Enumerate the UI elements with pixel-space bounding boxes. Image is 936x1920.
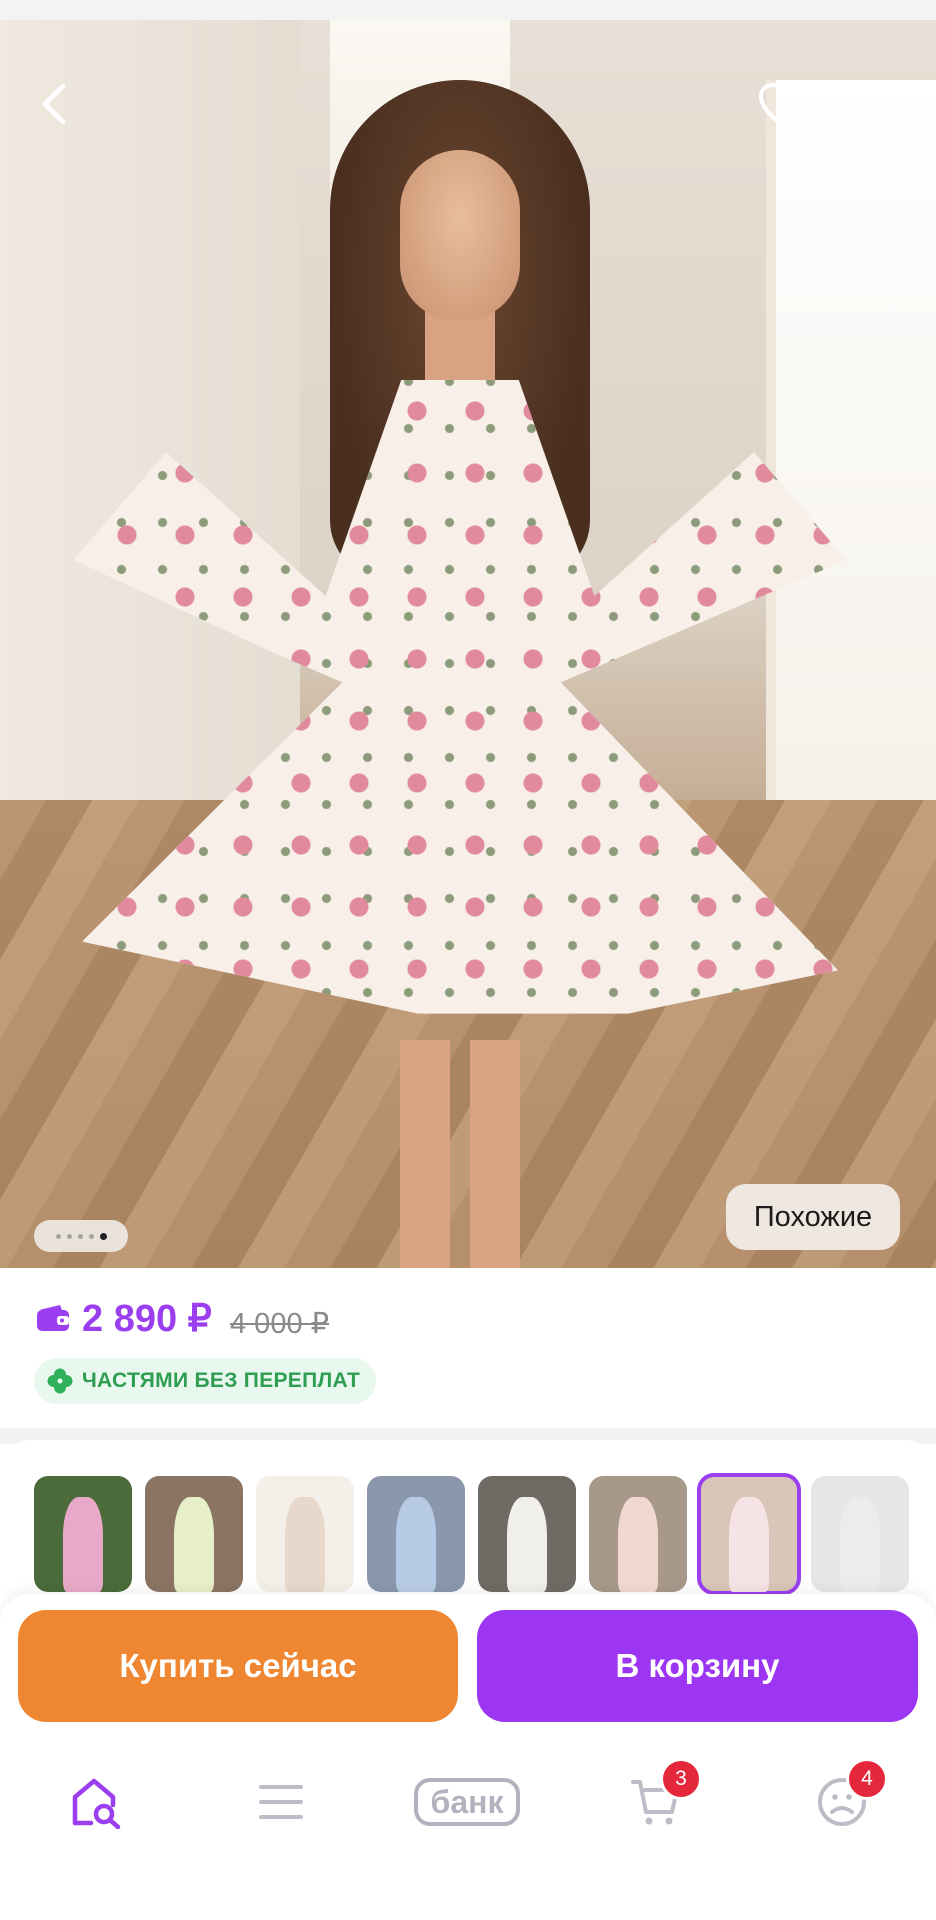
home-search-icon — [72, 1778, 121, 1829]
price-card: 2 890 ₽ 4 000 ₽ ЧАСТЯМИ БЕЗ ПЕРЕПЛАТ — [0, 1268, 936, 1428]
model-face — [400, 150, 520, 320]
nav-cart[interactable]: 3 — [628, 1758, 702, 1834]
gallery-dot — [88, 1233, 94, 1239]
clover-icon — [47, 1368, 73, 1394]
variant-thumb-current-dress[interactable] — [697, 1473, 801, 1595]
wallet-icon — [37, 1305, 69, 1331]
heart-icon — [759, 83, 809, 128]
purchase-action-bar: Купить сейчас В корзину — [0, 1594, 936, 1724]
variant-selector — [0, 1440, 936, 1600]
variant-model — [285, 1496, 325, 1592]
gallery-dot — [99, 1232, 107, 1240]
variant-model — [840, 1496, 880, 1592]
variant-thumb-red-floral[interactable] — [589, 1476, 687, 1592]
product-image[interactable]: Похожие — [0, 20, 936, 1268]
bank-label: банк — [414, 1778, 520, 1826]
nav-profile[interactable]: 4 — [814, 1758, 888, 1834]
variant-model — [63, 1496, 103, 1592]
status-bar-area — [0, 0, 936, 20]
chevron-left-icon — [42, 83, 66, 125]
installment-label: ЧАСТЯМИ БЕЗ ПЕРЕПЛАТ — [82, 1369, 361, 1392]
gallery-dot — [66, 1233, 72, 1239]
variant-thumb-blue-dress[interactable] — [367, 1476, 465, 1592]
gallery-dot — [55, 1233, 61, 1239]
variant-thumb-grey-dress[interactable] — [811, 1476, 909, 1592]
nav-bank[interactable]: банк — [412, 1770, 522, 1834]
variant-thumb-polka-dot[interactable] — [256, 1476, 354, 1592]
back-button[interactable] — [30, 80, 78, 128]
variant-thumb-green-floral[interactable] — [145, 1476, 243, 1592]
menu-icon — [259, 1785, 303, 1819]
cart-count-badge: 3 — [660, 1758, 702, 1800]
add-to-cart-button[interactable]: В корзину — [477, 1610, 918, 1722]
nav-home-search[interactable] — [66, 1770, 128, 1834]
bottom-navigation: банк 3 4 — [0, 1724, 936, 1920]
variant-model — [396, 1496, 436, 1592]
nav-catalog[interactable] — [256, 1770, 306, 1834]
share-icon — [861, 80, 899, 130]
profile-notification-badge: 4 — [846, 1758, 888, 1800]
image-background-window-right — [766, 80, 936, 800]
current-price: 2 890 ₽ — [82, 1298, 212, 1340]
model-legs — [360, 1040, 560, 1268]
favorite-button[interactable] — [754, 78, 814, 134]
share-button[interactable] — [854, 76, 906, 134]
gallery-page-indicator — [34, 1220, 128, 1252]
installment-badge[interactable]: ЧАСТЯМИ БЕЗ ПЕРЕПЛАТ — [34, 1358, 377, 1404]
variant-model — [618, 1496, 658, 1592]
similar-button[interactable]: Похожие — [726, 1184, 900, 1250]
image-background-wall — [0, 20, 300, 800]
variant-thumbnails — [34, 1473, 909, 1595]
variant-model — [729, 1496, 769, 1592]
variant-thumb-black-floral[interactable] — [478, 1476, 576, 1592]
gallery-dot — [77, 1233, 83, 1239]
variant-model — [174, 1496, 214, 1592]
old-price: 4 000 ₽ — [230, 1308, 330, 1340]
variant-thumb-pink-dress[interactable] — [34, 1476, 132, 1592]
model-figure — [73, 80, 847, 1268]
buy-now-button[interactable]: Купить сейчас — [18, 1610, 458, 1722]
variant-model — [507, 1496, 547, 1592]
